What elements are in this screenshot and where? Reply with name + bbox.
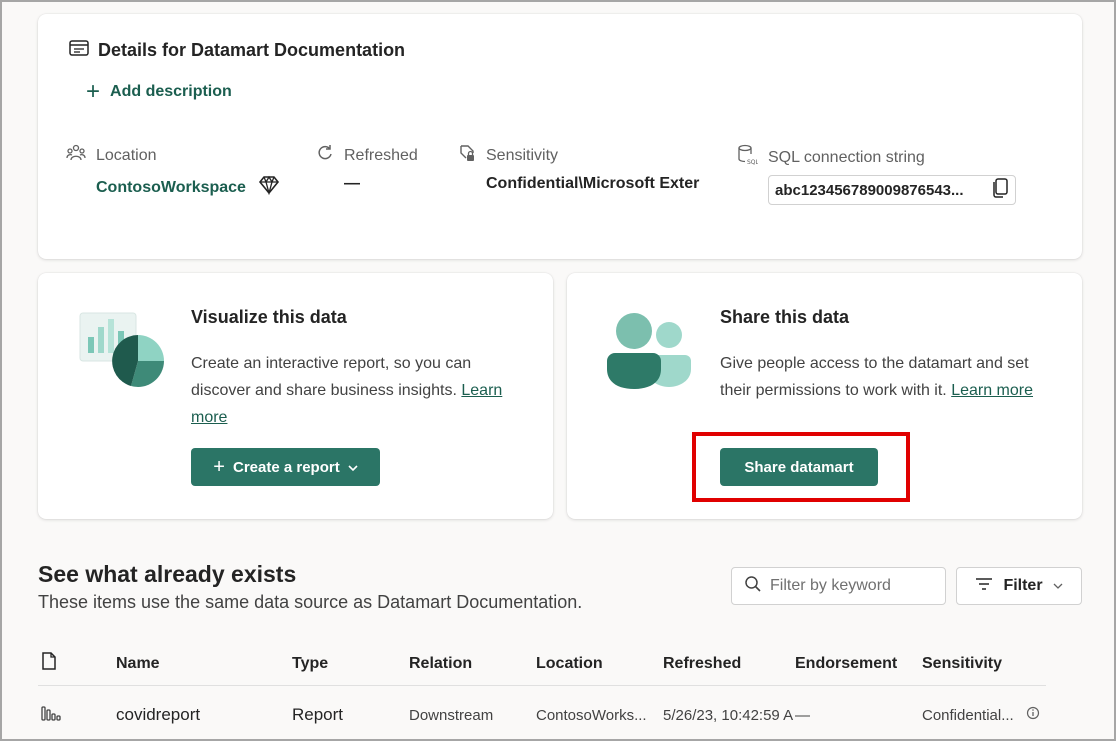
related-items-table: Name Type Relation Location Refreshed En… [38, 642, 1046, 741]
column-header-sensitivity[interactable]: Sensitivity [922, 655, 1002, 673]
column-header-type[interactable]: Type [292, 655, 328, 673]
refresh-icon [316, 144, 334, 167]
plus-icon: + [213, 455, 225, 478]
column-header-endorsement[interactable]: Endorsement [795, 655, 897, 673]
chevron-down-icon [1053, 577, 1063, 595]
details-title: Details for Datamart Documentation [98, 40, 406, 60]
copy-icon[interactable] [991, 177, 1009, 203]
datamart-icon [68, 38, 90, 63]
column-header-relation[interactable]: Relation [409, 655, 472, 673]
table-row[interactable]: covidreport Report Downstream ContosoWor… [38, 686, 1046, 741]
filter-label: Filter [1003, 577, 1043, 594]
people-illustration-icon [605, 309, 697, 398]
sensitivity-field: Sensitivity Confidential\Microsoft Exter [458, 144, 699, 193]
row-sensitivity: Confidential... [922, 706, 1040, 724]
row-refreshed: 5/26/23, 10:42:59 A [663, 706, 794, 724]
details-header: Details for Datamart Documentation [68, 38, 405, 63]
svg-text:SQL: SQL [747, 159, 758, 166]
row-relation: Downstream [409, 706, 494, 724]
item-type-header-icon[interactable] [41, 651, 57, 676]
sql-database-icon: SQL [736, 144, 760, 171]
add-description-label: Add description [110, 83, 232, 100]
location-label: Location [96, 146, 157, 164]
filter-keyword-search[interactable] [731, 567, 946, 605]
sql-connection-field: SQL SQL connection string abc12345678900… [736, 144, 1016, 205]
visualize-title: Visualize this data [191, 307, 347, 327]
row-location: ContosoWorks... [536, 706, 647, 724]
report-icon [41, 704, 61, 726]
share-learn-more-link[interactable]: Learn more [951, 382, 1033, 399]
highlight-annotation-box [692, 432, 910, 502]
share-title: Share this data [720, 307, 850, 327]
chevron-down-icon [348, 459, 358, 476]
visualize-data-card: Visualize this data Create an interactiv… [38, 273, 553, 519]
create-report-label: Create a report [232, 458, 340, 476]
column-header-location[interactable]: Location [536, 655, 603, 673]
row-type: Report [292, 705, 344, 724]
sensitivity-lock-icon [458, 144, 476, 167]
refreshed-field: Refreshed — [316, 144, 418, 193]
search-icon [744, 575, 762, 598]
location-link[interactable]: ContosoWorkspace [96, 179, 246, 197]
refreshed-label: Refreshed [344, 146, 418, 164]
sql-connection-value: abc123456789009876543... [775, 181, 964, 199]
filter-button[interactable]: Filter [956, 567, 1082, 605]
sql-label: SQL connection string [768, 148, 925, 166]
visualize-description: Create an interactive report, so you can… [191, 355, 503, 426]
sensitivity-value: Confidential\Microsoft Exter [486, 175, 700, 192]
column-header-name[interactable]: Name [116, 655, 160, 673]
filter-keyword-input[interactable] [770, 577, 940, 595]
info-icon[interactable] [1026, 706, 1040, 724]
add-description-button[interactable]: + Add description [86, 80, 232, 104]
row-name[interactable]: covidreport [116, 705, 200, 725]
exists-title: See what already exists [38, 561, 297, 587]
row-endorsement: — [795, 706, 810, 724]
column-header-refreshed[interactable]: Refreshed [663, 655, 741, 673]
location-field: Location ContosoWorkspace [66, 144, 280, 200]
share-description: Give people access to the datamart and s… [720, 355, 1034, 399]
exists-subtitle: These items use the same data source as … [38, 592, 583, 612]
report-chart-illustration-icon [76, 309, 172, 398]
sensitivity-label: Sensitivity [486, 146, 559, 164]
details-card: Details for Datamart Documentation + Add… [38, 14, 1082, 259]
plus-icon: + [86, 78, 101, 105]
refreshed-value: — [344, 175, 360, 192]
filter-icon [975, 577, 993, 596]
table-header: Name Type Relation Location Refreshed En… [38, 642, 1046, 686]
sql-connection-string-field[interactable]: abc123456789009876543... [768, 175, 1016, 205]
premium-diamond-icon [258, 175, 280, 200]
create-report-button[interactable]: + Create a report [191, 448, 380, 486]
workspace-icon [66, 144, 86, 167]
